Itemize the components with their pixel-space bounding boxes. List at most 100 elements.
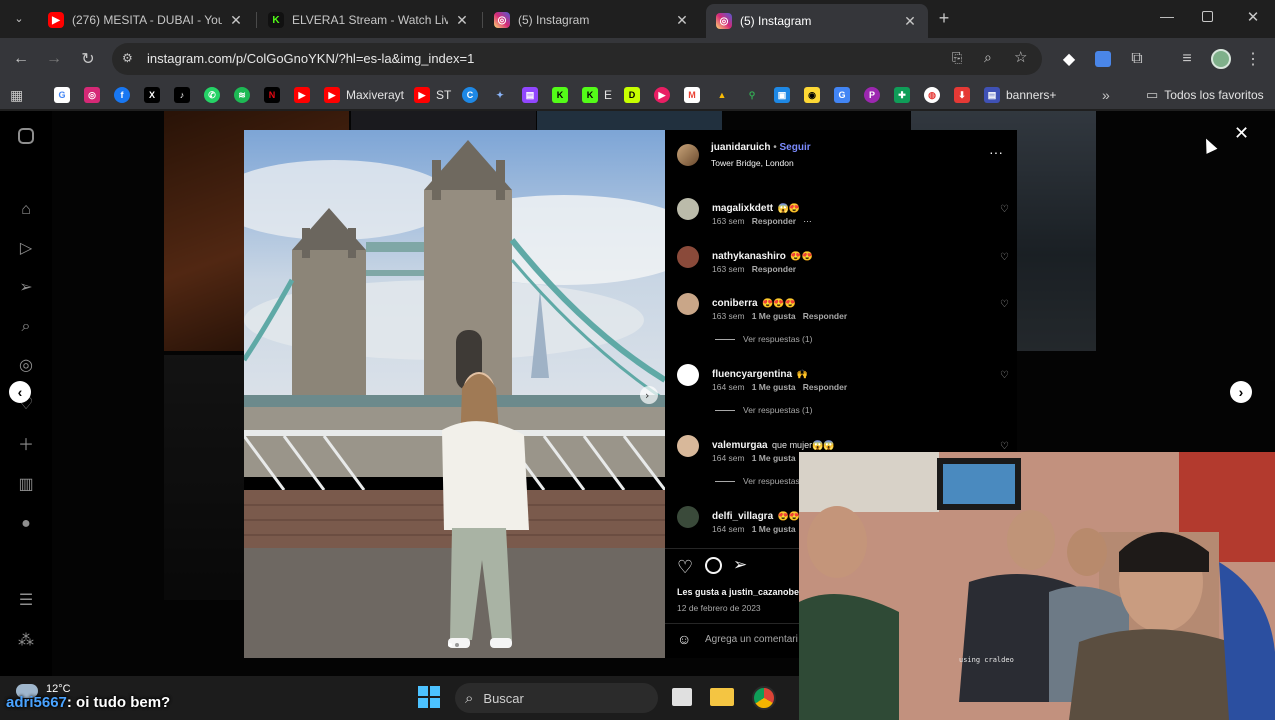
comment-likes[interactable]: 1 Me gusta (752, 524, 796, 534)
add-comment-input[interactable]: Agrega un comentari (705, 634, 798, 645)
bookmark-netflix[interactable]: N (264, 86, 286, 104)
tab-instagram-active[interactable]: ◎ (5) Instagram ✕ (706, 4, 928, 38)
bookmark-podcast[interactable]: ◍ (924, 86, 946, 104)
chrome-icon[interactable] (752, 686, 776, 710)
forward-icon[interactable]: → (41, 46, 67, 72)
apps-grid-icon[interactable]: ▦ (10, 86, 23, 104)
bookmark-download[interactable]: ⬇ (954, 86, 976, 104)
bookmark-translate[interactable]: G (834, 86, 856, 104)
previous-post-button[interactable]: ‹ (9, 381, 31, 403)
bookmark-e[interactable]: KE (582, 86, 612, 104)
tab-kick[interactable]: K ELVERA1 Stream - Watch Live o ✕ (258, 4, 480, 36)
task-view-icon[interactable] (672, 688, 692, 706)
comment-username[interactable]: valemurgaa (712, 440, 768, 451)
bookmark-youtube[interactable]: ▶ (294, 86, 316, 104)
commenter-avatar[interactable] (677, 364, 699, 386)
bookmark-c[interactable]: C (462, 86, 484, 104)
bookmarks-overflow-icon[interactable]: » (1102, 86, 1110, 104)
commenter-avatar[interactable] (677, 506, 699, 528)
view-replies-link[interactable]: Ver respuestas (1) (715, 405, 812, 415)
author-username[interactable]: juanidaruich (711, 142, 770, 153)
reply-button[interactable]: Responder (803, 311, 847, 321)
post-location[interactable]: Tower Bridge, London (711, 158, 794, 168)
commenter-avatar[interactable] (677, 293, 699, 315)
all-favorites-folder[interactable]: ▭ Todos los favoritos (1146, 86, 1264, 104)
like-comment-heart-icon[interactable]: ♡ (1000, 370, 1009, 381)
comment-options-icon[interactable]: ··· (803, 216, 812, 226)
address-bar[interactable]: ⚙ instagram.com/p/ColGoGnoYKN/?hl=es-la&… (112, 43, 1042, 75)
apps-icon[interactable]: ⁂ (16, 631, 36, 651)
bookmark-facebook[interactable]: f (114, 86, 136, 104)
author-avatar[interactable] (677, 144, 699, 166)
bookmark-st[interactable]: ▶ ST (414, 86, 451, 104)
bookmark-whatsapp[interactable]: ✆ (204, 86, 226, 104)
close-tab-icon[interactable]: ✕ (902, 13, 918, 30)
reload-icon[interactable]: ↻ (75, 46, 101, 72)
extensions-puzzle-icon[interactable]: ⧉ (1124, 46, 1150, 72)
bookmark-maps[interactable]: ⚲ (744, 86, 766, 104)
close-tab-icon[interactable]: ✕ (674, 12, 690, 29)
restore-icon[interactable] (1202, 11, 1213, 22)
emoji-picker-icon[interactable]: ☺ (677, 631, 691, 647)
view-replies-link[interactable]: Ver respuestas (715, 476, 800, 486)
comment-likes[interactable]: 1 Me gusta (752, 382, 796, 392)
bookmark-d[interactable]: D (624, 86, 646, 104)
close-modal-icon[interactable]: ✕ (1234, 123, 1249, 144)
site-info-icon[interactable]: ⚙ (122, 51, 133, 65)
bookmark-yellow[interactable]: ◉ (804, 86, 826, 104)
bookmark-twitch[interactable]: ▤ (522, 86, 544, 104)
zoom-icon[interactable]: ⌕ (984, 49, 992, 66)
reply-button[interactable]: Responder (752, 216, 796, 226)
comment-username[interactable]: coniberra (712, 298, 758, 309)
home-icon[interactable]: ⌂ (16, 200, 36, 220)
bookmark-star-icon[interactable]: ☆ (1014, 48, 1027, 66)
bookmark-purple[interactable]: P (864, 86, 886, 104)
translate-extension-icon[interactable] (1090, 46, 1116, 72)
bookmark-gmail[interactable]: M (684, 86, 706, 104)
profile-icon[interactable]: ● (16, 514, 36, 534)
tab-instagram[interactable]: ◎ (5) Instagram ✕ (484, 4, 700, 36)
close-tab-icon[interactable]: ✕ (454, 12, 470, 29)
like-comment-heart-icon[interactable]: ♡ (1000, 441, 1009, 452)
comment-likes[interactable]: 1 Me gusta (752, 453, 796, 463)
bookmark-tiktok[interactable]: ♪ (174, 86, 196, 104)
bookmark-drive[interactable]: ▲ (714, 86, 736, 104)
back-icon[interactable]: ← (8, 46, 34, 72)
close-tab-icon[interactable]: ✕ (228, 12, 244, 29)
like-comment-heart-icon[interactable]: ♡ (1000, 299, 1009, 310)
media-controls-icon[interactable]: ≡ (1174, 46, 1200, 72)
reply-button[interactable]: Responder (803, 382, 847, 392)
extension-diamond-icon[interactable]: ◆ (1056, 46, 1082, 72)
comment-username[interactable]: delfi_villagra (712, 511, 773, 522)
bookmark-banners[interactable]: ▤ banners+ (984, 86, 1056, 104)
share-send-icon[interactable]: ➢ (733, 555, 747, 575)
like-comment-heart-icon[interactable]: ♡ (1000, 204, 1009, 215)
minimize-icon[interactable]: — (1158, 8, 1176, 28)
file-explorer-icon[interactable] (710, 688, 734, 706)
reels-icon[interactable]: ▷ (16, 239, 36, 259)
dashboard-icon[interactable]: ▥ (16, 475, 36, 495)
bookmark-kick[interactable]: K (552, 86, 574, 104)
start-windows-icon[interactable] (418, 686, 440, 708)
view-replies-link[interactable]: Ver respuestas (1) (715, 334, 812, 344)
bookmark-google[interactable]: G (54, 86, 76, 104)
post-options-icon[interactable]: ··· (989, 144, 1003, 160)
menu-kebab-icon[interactable]: ⋮ (1240, 46, 1266, 72)
more-menu-icon[interactable]: ☰ (16, 591, 36, 611)
like-comment-heart-icon[interactable]: ♡ (1000, 252, 1009, 263)
install-app-icon[interactable]: ⎘ (952, 50, 962, 66)
bookmark-play[interactable]: ▶ (654, 86, 676, 104)
bookmark-sheets[interactable]: ✚ (894, 86, 916, 104)
bookmark-spotify[interactable]: ≋ (234, 86, 256, 104)
bookmark-x[interactable]: X (144, 86, 166, 104)
bookmark-instagram[interactable]: ◎ (84, 86, 106, 104)
taskbar-search[interactable]: ⌕ Buscar (455, 683, 658, 713)
comment-username[interactable]: magalixkdett (712, 203, 773, 214)
tab-youtube[interactable]: ▶ (276) MESITA - DUBAI - YouTub ✕ (38, 4, 254, 36)
bookmark-gemini[interactable]: ✦ (492, 86, 514, 104)
commenter-avatar[interactable] (677, 435, 699, 457)
explore-icon[interactable]: ◎ (16, 356, 36, 376)
comment-username[interactable]: nathykanashiro (712, 251, 786, 262)
comment-username[interactable]: fluencyargentina (712, 369, 792, 380)
profile-avatar[interactable] (1208, 46, 1234, 72)
